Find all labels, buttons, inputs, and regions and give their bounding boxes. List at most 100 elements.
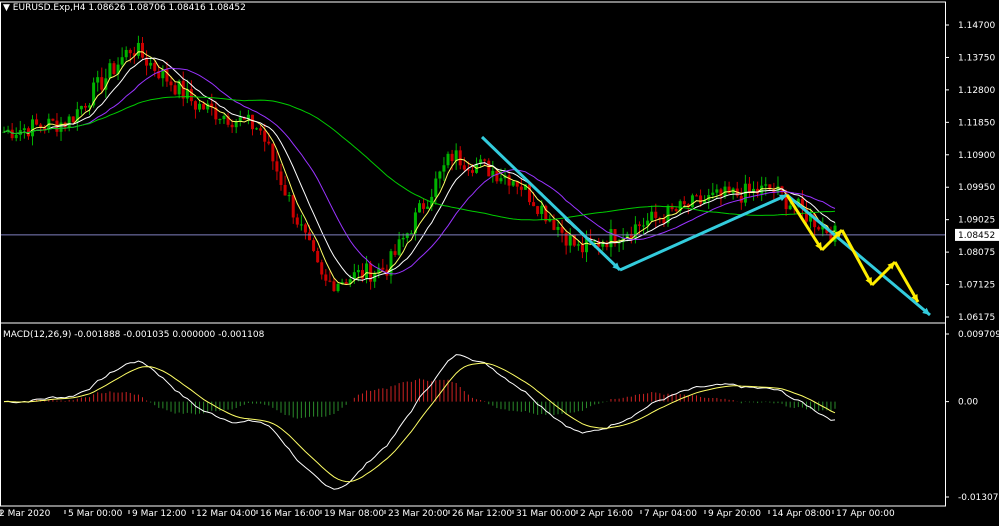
candle-body [532, 202, 536, 207]
candle-body [124, 49, 128, 58]
candle-body [51, 118, 55, 121]
candle-body [650, 211, 654, 221]
candle-body [336, 283, 340, 292]
axes: 1.14700 1.13750 1.12800 1.11850 1.10900 1.099… [0, 1, 999, 519]
candle-body [271, 143, 275, 162]
candle-body [96, 77, 100, 83]
candle-body [527, 184, 531, 203]
candle-body [35, 119, 39, 125]
candle-body [690, 195, 694, 208]
candle-body [79, 105, 83, 110]
price-tick-label: 1.13750 [958, 53, 995, 63]
price-tick-label: 1.07125 [958, 281, 995, 291]
cyan-arrow-up [619, 193, 788, 272]
candle-body [637, 224, 641, 226]
time-tick-label: 9 Apr 20:00 [708, 509, 761, 519]
candle-body [462, 165, 466, 170]
candle-body [10, 129, 14, 139]
candle-body [120, 57, 124, 65]
candle-body [695, 195, 698, 197]
time-tick-label: 14 Apr 08:00 [772, 509, 831, 519]
candle-body [764, 184, 768, 186]
candle-body [540, 205, 544, 214]
macd-tick-label: 0.009709 [958, 330, 999, 340]
ohlc-label: 1.08626 1.08706 1.08416 1.08452 [88, 3, 246, 13]
candle-body [169, 81, 173, 86]
yellow-arrow-1 [785, 194, 824, 251]
menu-triangle-icon[interactable]: ▼ [3, 3, 10, 13]
candle-body [173, 85, 177, 95]
candle-body [193, 101, 197, 110]
price-panel [0, 35, 945, 317]
candle-body [556, 226, 560, 230]
time-tick-label: 5 Mar 00:00 [68, 509, 123, 519]
symbol-label: EURUSD.Exp,H4 [12, 3, 86, 13]
candle-body [71, 116, 75, 123]
candle-body [202, 103, 206, 110]
time-tick-label: 16 Mar 16:00 [260, 509, 320, 519]
candle-body [365, 263, 369, 279]
candle-body [397, 239, 401, 255]
candle-body [31, 119, 35, 137]
candle-body [189, 89, 193, 102]
candle-body [426, 206, 430, 209]
candle-body [483, 159, 487, 161]
candle-body [291, 195, 295, 218]
time-tick-label: 12 Mar 04:00 [196, 509, 256, 519]
candle-body [446, 153, 450, 166]
candle-body [255, 128, 259, 130]
candle-body [405, 233, 409, 238]
candle-body [59, 122, 63, 132]
candle-body [263, 130, 267, 142]
price-tick-label: 1.09025 [958, 216, 995, 226]
candle-body [552, 219, 556, 230]
time-tick-label: 7 Apr 04:00 [644, 509, 697, 519]
ma-purple-line [3, 67, 836, 275]
candle-body [458, 150, 462, 166]
candle-body [580, 244, 584, 253]
macd-title: MACD(12,26,9) -0.001888 -0.001035 0.0000… [3, 330, 265, 340]
cyan-arrow-down-1 [480, 135, 622, 272]
candle-body [308, 232, 312, 241]
candle-body [511, 181, 515, 186]
candle-body [507, 175, 511, 186]
candle-body [568, 234, 572, 246]
candle-body [222, 115, 226, 120]
time-tick-label: 26 Mar 12:00 [452, 509, 512, 519]
candle-body [344, 282, 348, 284]
macd-tick-label: -0.013074 [958, 493, 999, 503]
candle-body [303, 224, 307, 233]
candle-body [393, 251, 397, 255]
time-tick-label: 23 Mar 20:00 [388, 509, 448, 519]
candle-body [422, 203, 426, 209]
macd-panel-border [0, 322, 946, 507]
candle-body [279, 171, 283, 185]
candle-body [165, 69, 169, 82]
macd-histogram [7, 378, 836, 419]
candle-body [328, 280, 332, 282]
candle-body [576, 244, 580, 246]
candle-body [699, 195, 703, 204]
symbol-title[interactable]: ▼ EURUSD.Exp,H4 1.08626 1.08706 1.08416 … [3, 3, 246, 13]
time-tick-label: 31 Mar 00:00 [516, 509, 576, 519]
candle-body [454, 150, 458, 162]
price-tick-label: 1.08075 [958, 248, 995, 258]
candle-body [267, 141, 271, 144]
candle-body [100, 77, 104, 90]
ma-white-line [3, 57, 836, 281]
candle-body [295, 217, 299, 225]
macd-panel [3, 354, 836, 490]
candle-body [22, 128, 26, 131]
candle-body [299, 224, 303, 226]
chart-canvas: 1.14700 1.13750 1.12800 1.11850 1.10900 1.099… [0, 1, 999, 519]
candle-body [250, 114, 254, 130]
price-tick-label: 1.09950 [958, 183, 995, 193]
candle-body [108, 63, 112, 79]
candle-body [136, 42, 140, 56]
yellow-arrow-3 [840, 229, 874, 286]
price-tick-label: 1.14700 [958, 21, 995, 31]
candle-body [181, 80, 185, 99]
candle-body [14, 134, 18, 139]
ma-fast-line [3, 51, 836, 286]
candle-body [519, 186, 523, 190]
